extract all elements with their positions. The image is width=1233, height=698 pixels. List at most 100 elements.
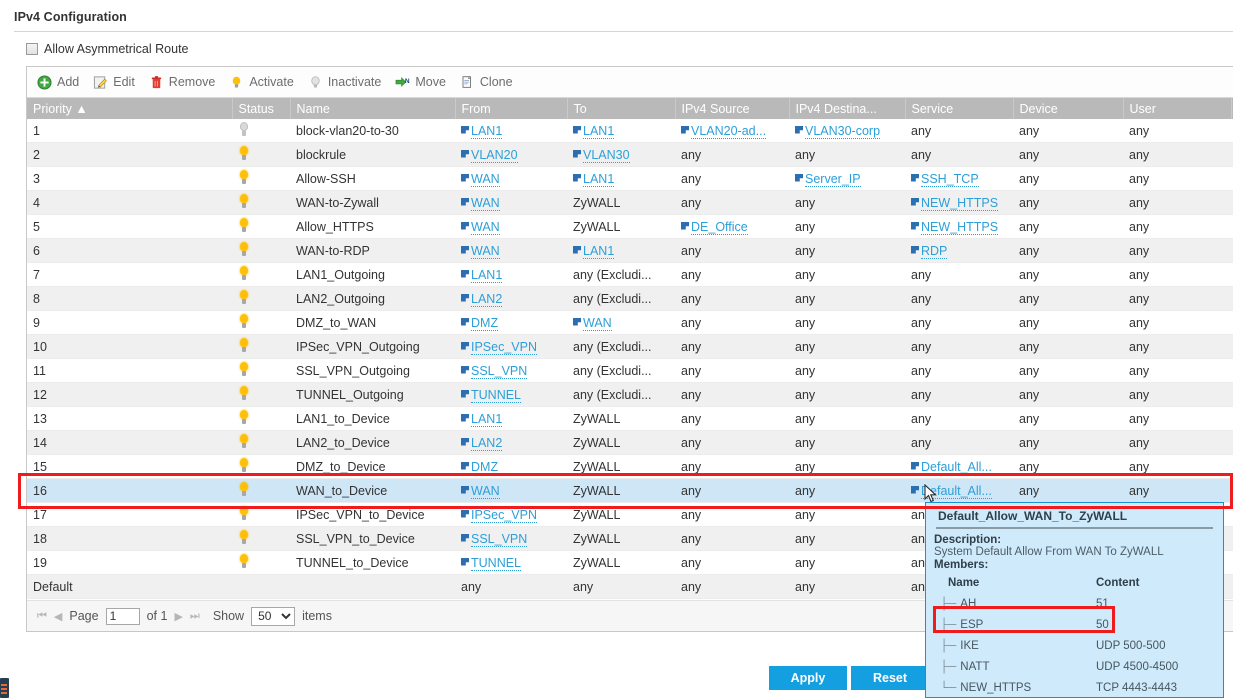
- column-header-6[interactable]: IPv4 Destina...: [789, 98, 905, 119]
- table-row[interactable]: 14LAN2_to_DeviceLAN2ZyWALLanyanyanyanyan…: [27, 431, 1233, 455]
- status-lightbulb-off-icon[interactable]: [238, 122, 250, 137]
- object-link[interactable]: DMZ: [471, 460, 498, 475]
- object-link[interactable]: LAN1: [471, 412, 502, 427]
- column-header-4[interactable]: To: [567, 98, 675, 119]
- cell-from[interactable]: WAN: [455, 215, 567, 239]
- toolbar-edit-button[interactable]: Edit: [89, 73, 143, 92]
- reset-button[interactable]: Reset: [851, 666, 929, 690]
- object-link[interactable]: SSL_VPN: [471, 364, 527, 379]
- object-link[interactable]: NEW_HTTPS: [921, 196, 998, 211]
- object-link[interactable]: LAN2: [471, 436, 502, 451]
- object-link[interactable]: TUNNEL: [471, 388, 521, 403]
- status-lightbulb-on-icon[interactable]: [238, 194, 250, 209]
- column-header-0[interactable]: Priority ▲: [27, 98, 232, 119]
- object-link[interactable]: WAN: [471, 244, 500, 259]
- cell-to[interactable]: WAN: [567, 311, 675, 335]
- column-header-3[interactable]: From: [455, 98, 567, 119]
- status-lightbulb-on-icon[interactable]: [238, 290, 250, 305]
- object-link[interactable]: Default_All...: [921, 484, 992, 499]
- cell-to[interactable]: VLAN30: [567, 143, 675, 167]
- page-number-input[interactable]: [106, 608, 140, 625]
- table-row[interactable]: 7LAN1_OutgoingLAN1any (Excludi...anyanya…: [27, 263, 1233, 287]
- first-page-icon[interactable]: ⏮: [37, 610, 47, 623]
- status-lightbulb-on-icon[interactable]: [238, 410, 250, 425]
- toolbar-clone-button[interactable]: Clone: [456, 73, 521, 92]
- object-link[interactable]: WAN: [471, 484, 500, 499]
- cell-service[interactable]: Default_All...: [905, 479, 1013, 503]
- object-link[interactable]: WAN: [583, 316, 612, 331]
- object-link[interactable]: IPSec_VPN: [471, 340, 537, 355]
- table-row[interactable]: 9DMZ_to_WANDMZWANanyanyanyanyanyn: [27, 311, 1233, 335]
- cell-from[interactable]: TUNNEL: [455, 551, 567, 575]
- table-row[interactable]: 11SSL_VPN_OutgoingSSL_VPNany (Excludi...…: [27, 359, 1233, 383]
- object-link[interactable]: VLAN20-ad...: [691, 124, 766, 139]
- table-row[interactable]: 6WAN-to-RDPWANLAN1anyanyRDPanyanyn: [27, 239, 1233, 263]
- cell-to[interactable]: LAN1: [567, 167, 675, 191]
- toolbar-remove-button[interactable]: Remove: [145, 73, 224, 92]
- status-lightbulb-on-icon[interactable]: [238, 530, 250, 545]
- status-lightbulb-on-icon[interactable]: [238, 242, 250, 257]
- object-link[interactable]: LAN1: [583, 244, 614, 259]
- status-lightbulb-on-icon[interactable]: [238, 338, 250, 353]
- cell-from[interactable]: LAN2: [455, 287, 567, 311]
- cell-from[interactable]: LAN1: [455, 263, 567, 287]
- cell-from[interactable]: VLAN20: [455, 143, 567, 167]
- status-lightbulb-on-icon[interactable]: [238, 506, 250, 521]
- cell-ipv4-source[interactable]: VLAN20-ad...: [675, 119, 789, 143]
- status-lightbulb-on-icon[interactable]: [238, 146, 250, 161]
- cell-service[interactable]: RDP: [905, 239, 1013, 263]
- cell-service[interactable]: Default_All...: [905, 455, 1013, 479]
- column-header-8[interactable]: Device: [1013, 98, 1123, 119]
- object-link[interactable]: LAN1: [583, 124, 614, 139]
- cell-from[interactable]: WAN: [455, 239, 567, 263]
- object-link[interactable]: LAN1: [583, 172, 614, 187]
- cell-from[interactable]: IPSec_VPN: [455, 335, 567, 359]
- column-header-1[interactable]: Status: [232, 98, 290, 119]
- status-lightbulb-on-icon[interactable]: [238, 458, 250, 473]
- column-header-5[interactable]: IPv4 Source: [675, 98, 789, 119]
- cell-service[interactable]: NEW_HTTPS: [905, 215, 1013, 239]
- prev-page-icon[interactable]: ◀: [54, 610, 62, 623]
- status-lightbulb-on-icon[interactable]: [238, 170, 250, 185]
- status-lightbulb-on-icon[interactable]: [238, 554, 250, 569]
- cell-service[interactable]: SSH_TCP: [905, 167, 1013, 191]
- toolbar-inactivate-button[interactable]: Inactivate: [304, 73, 390, 92]
- table-row[interactable]: 13LAN1_to_DeviceLAN1ZyWALLanyanyanyanyan…: [27, 407, 1233, 431]
- last-page-icon[interactable]: ⏭: [190, 610, 200, 623]
- table-row[interactable]: 8LAN2_OutgoingLAN2any (Excludi...anyanya…: [27, 287, 1233, 311]
- table-header-row[interactable]: Priority ▲StatusNameFromToIPv4 SourceIPv…: [27, 98, 1233, 119]
- status-lightbulb-on-icon[interactable]: [238, 386, 250, 401]
- object-link[interactable]: LAN2: [471, 292, 502, 307]
- column-header-9[interactable]: User: [1123, 98, 1231, 119]
- status-lightbulb-on-icon[interactable]: [238, 266, 250, 281]
- cell-from[interactable]: LAN1: [455, 407, 567, 431]
- object-link[interactable]: VLAN30: [583, 148, 630, 163]
- object-link[interactable]: Default_All...: [921, 460, 992, 475]
- object-link[interactable]: DE_Office: [691, 220, 748, 235]
- cell-from[interactable]: SSL_VPN: [455, 527, 567, 551]
- object-link[interactable]: TUNNEL: [471, 556, 521, 571]
- object-link[interactable]: DMZ: [471, 316, 498, 331]
- status-lightbulb-on-icon[interactable]: [238, 482, 250, 497]
- cell-from[interactable]: SSL_VPN: [455, 359, 567, 383]
- toolbar-add-button[interactable]: Add: [33, 73, 87, 92]
- table-row[interactable]: 3Allow-SSHWANLAN1anyServer_IPSSH_TCPanya…: [27, 167, 1233, 191]
- object-link[interactable]: Server_IP: [805, 172, 861, 187]
- table-row[interactable]: 4WAN-to-ZywallWANZyWALLanyanyNEW_HTTPSan…: [27, 191, 1233, 215]
- cell-ipv4-destination[interactable]: Server_IP: [789, 167, 905, 191]
- cell-from[interactable]: WAN: [455, 191, 567, 215]
- next-page-icon[interactable]: ▶: [174, 610, 182, 623]
- allow-asymmetrical-route-checkbox[interactable]: [26, 43, 38, 55]
- table-row[interactable]: 10IPSec_VPN_OutgoingIPSec_VPNany (Exclud…: [27, 335, 1233, 359]
- toolbar-move-button[interactable]: NMove: [391, 73, 454, 92]
- cell-to[interactable]: LAN1: [567, 119, 675, 143]
- cell-from[interactable]: DMZ: [455, 311, 567, 335]
- cell-from[interactable]: TUNNEL: [455, 383, 567, 407]
- cell-ipv4-source[interactable]: DE_Office: [675, 215, 789, 239]
- column-header-2[interactable]: Name: [290, 98, 455, 119]
- allow-asymmetrical-route-row[interactable]: Allow Asymmetrical Route: [26, 42, 189, 56]
- table-row[interactable]: 1block-vlan20-to-30LAN1LAN1VLAN20-ad...V…: [27, 119, 1233, 143]
- object-link[interactable]: WAN: [471, 172, 500, 187]
- apply-button[interactable]: Apply: [769, 666, 847, 690]
- table-row[interactable]: 15DMZ_to_DeviceDMZZyWALLanyanyDefault_Al…: [27, 455, 1233, 479]
